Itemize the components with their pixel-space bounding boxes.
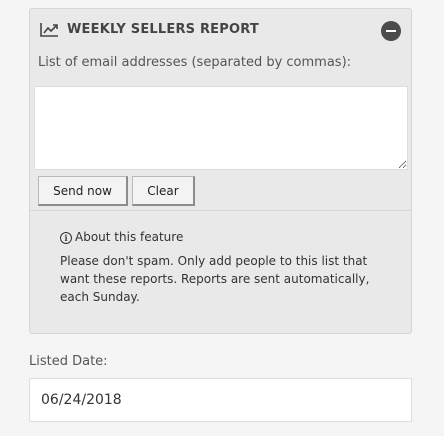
about-feature-heading: i About this feature <box>60 230 183 244</box>
about-feature-title: About this feature <box>75 230 184 244</box>
email-list-textarea[interactable] <box>34 86 408 170</box>
panel-header: WEEKLY SELLERS REPORT <box>40 21 401 41</box>
about-feature-text: Please don't spam. Only add people to th… <box>60 254 370 304</box>
line-chart-icon <box>40 23 58 37</box>
weekly-sellers-report-panel: WEEKLY SELLERS REPORT List of email addr… <box>29 8 412 334</box>
email-list-label: List of email addresses (separated by co… <box>38 55 352 70</box>
panel-title: WEEKLY SELLERS REPORT <box>67 22 259 37</box>
clear-button[interactable]: Clear <box>132 176 195 206</box>
info-circle-icon: i <box>60 232 72 244</box>
listed-date-input[interactable] <box>29 378 412 422</box>
collapse-button[interactable] <box>381 21 401 41</box>
listed-date-label: Listed Date: <box>29 354 108 369</box>
divider <box>30 210 411 211</box>
send-now-button[interactable]: Send now <box>38 176 128 206</box>
